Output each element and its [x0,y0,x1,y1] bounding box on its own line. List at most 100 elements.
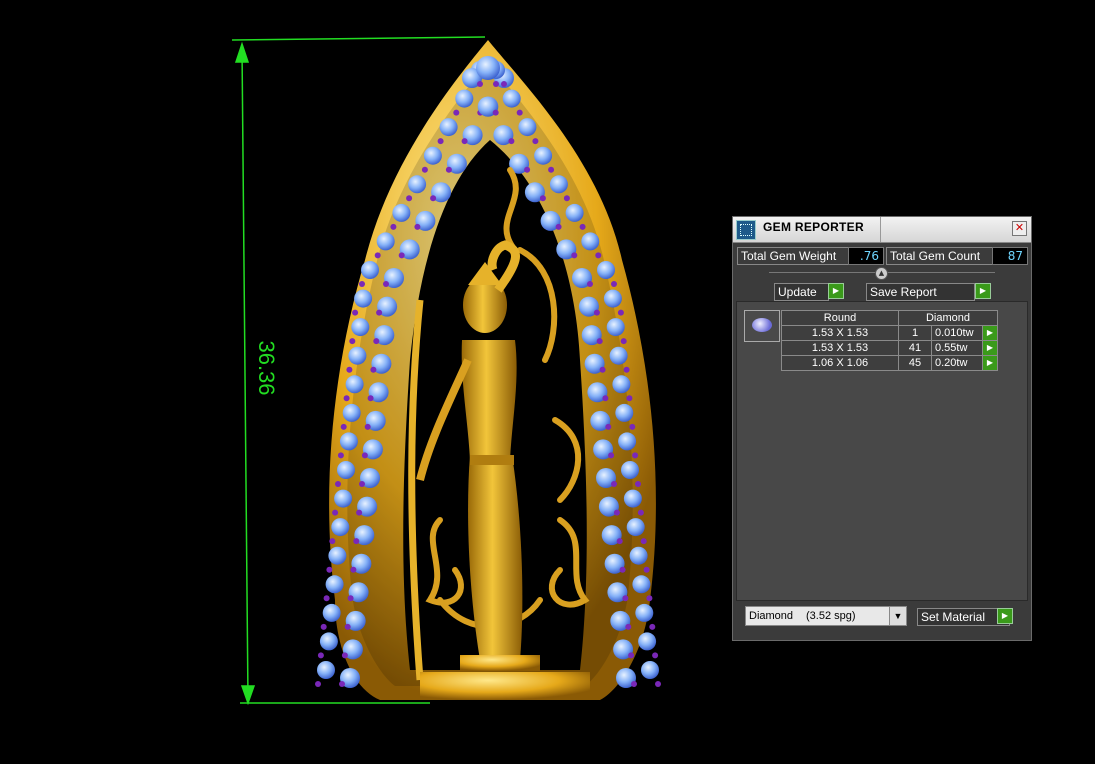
gem-stone [638,632,657,651]
gem-stone [549,175,568,194]
gem-stone [641,661,659,679]
gem-stone [455,89,474,108]
accent-stone [352,309,359,316]
gem-stone [392,203,411,222]
gem-stone [635,603,654,622]
accent-stone [346,366,353,373]
gem-count: 41 [898,340,932,356]
gem-stone [534,146,553,165]
dimension-value: 36.36 [254,340,279,396]
accent-stone [326,566,333,573]
accent-stone [655,681,661,687]
gem-report-table: Round Diamond 1.53 X 1.53 1 0.010tw ▶ 1.… [781,310,998,371]
accent-stone [508,138,515,145]
gem-stone [339,432,358,451]
set-material-arrow-icon[interactable]: ▶ [997,608,1013,624]
pendant-base [420,672,590,700]
gem-stone [345,375,364,394]
accent-stone [611,481,617,487]
gem-stone [342,403,361,422]
accent-stone [555,223,562,230]
gem-stone [354,289,373,308]
gem-stone [322,603,341,622]
table-row[interactable]: 1.06 X 1.06 45 0.20tw ▶ [781,355,998,371]
accent-stone [374,252,381,259]
material-dropdown[interactable]: Diamond (3.52 spg) ▼ [745,606,907,626]
gem-stone [618,432,637,451]
table-row[interactable]: 1.53 X 1.53 41 0.55tw ▶ [781,340,998,356]
gem-stone [328,546,347,565]
gem-stone [439,118,458,137]
material-spg: (3.52 spg) [806,610,856,622]
table-row[interactable]: 1.53 X 1.53 1 0.010tw ▶ [781,325,998,341]
row-arrow-icon[interactable]: ▶ [983,356,997,370]
gem-report-area[interactable]: Round Diamond 1.53 X 1.53 1 0.010tw ▶ 1.… [736,301,1028,601]
total-gem-count-label: Total Gem Count [886,247,994,265]
accent-stone [349,338,356,345]
accent-stone [649,623,656,630]
accent-stone [430,195,437,202]
gem-stone [325,575,344,594]
accent-stone [571,252,578,259]
save-report-arrow-icon[interactable]: ▶ [975,283,991,299]
row-action[interactable]: ▶ [982,325,998,341]
gem-stone [334,489,353,508]
update-arrow-icon[interactable]: ▶ [828,283,844,299]
header-material: Diamond [898,310,998,326]
accent-stone [626,395,633,402]
accent-stone [340,423,347,430]
save-report-button[interactable]: Save Report [866,283,975,301]
save-report-button-label: Save Report [870,285,937,299]
gem-stone [319,632,338,651]
gem-size: 1.06 X 1.06 [781,355,899,371]
gem-stone [361,261,379,279]
accent-stone [613,509,620,516]
accent-stone [317,652,324,659]
accent-stone [628,652,635,659]
accent-stone [323,595,330,602]
accent-stone [359,481,365,487]
row-action[interactable]: ▶ [982,340,998,356]
accent-stone [343,395,350,402]
gem-stone [351,318,370,337]
gem-stone [621,461,639,479]
accent-stone [315,681,321,687]
accent-stone [619,566,626,573]
accent-stone [632,452,639,459]
gem-weight: 0.20tw [931,355,983,371]
gem-stone [565,203,584,222]
row-arrow-icon[interactable]: ▶ [983,341,997,355]
close-icon[interactable]: ✕ [1012,221,1027,236]
row-arrow-icon[interactable]: ▶ [983,326,997,340]
accent-stone [353,538,360,545]
accent-stone [635,481,641,487]
gem-weight: 0.010tw [931,325,983,341]
row-action[interactable]: ▶ [982,355,998,371]
panel-titlebar[interactable]: GEM REPORTER ✕ [733,217,1031,243]
accent-stone [367,395,374,402]
gem-stone [609,346,628,365]
accent-stone [344,623,351,630]
accent-stone [493,81,499,87]
round-gem-thumbnail[interactable] [744,310,780,342]
gem-stone [626,518,645,537]
chevron-down-icon[interactable]: ▼ [889,607,906,625]
gem-reporter-app-icon [736,220,756,240]
gem-stone [623,489,642,508]
accent-stone [629,423,636,430]
gem-stone [348,346,367,365]
accent-stone [617,309,624,316]
accent-stone [329,538,336,545]
update-button[interactable]: Update [774,283,829,301]
accent-stone [596,338,603,345]
collapse-arrow-icon[interactable]: ▲ [875,267,888,280]
gem-count: 1 [898,325,932,341]
accent-stone [332,509,339,516]
set-material-button-label: Set Material [921,610,986,624]
accent-stone [445,166,452,173]
accent-stone [608,452,615,459]
gem-size: 1.53 X 1.53 [781,340,899,356]
accent-stone [501,81,507,87]
accent-stone [341,652,348,659]
accent-stone [406,195,413,202]
